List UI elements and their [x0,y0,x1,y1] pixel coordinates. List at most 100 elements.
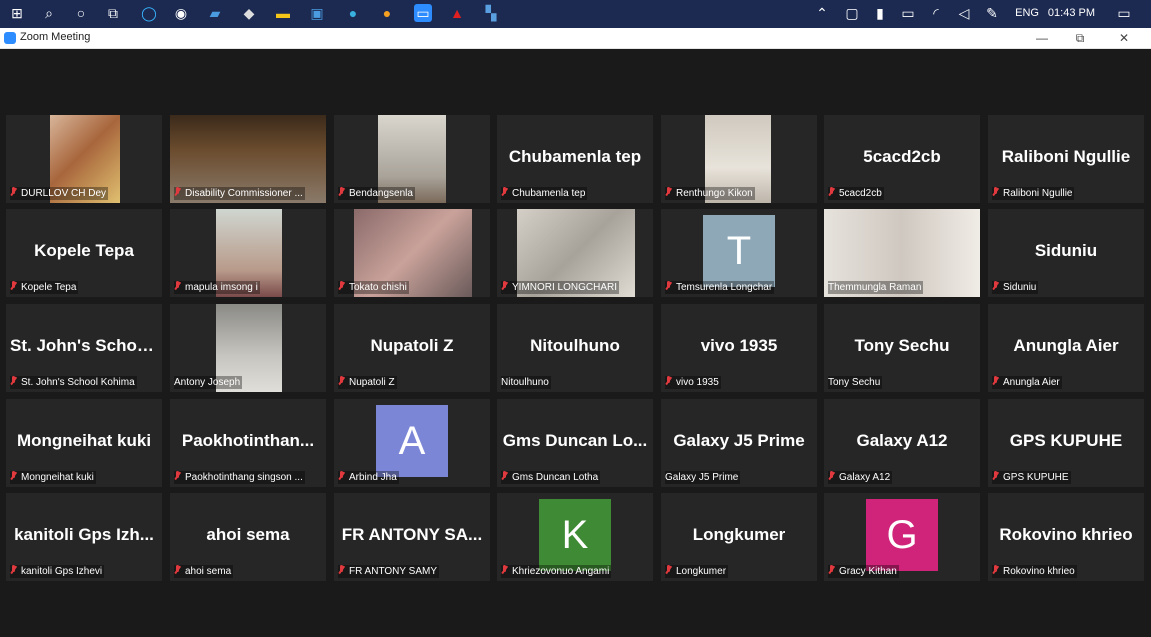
participant-tile[interactable]: GPS KUPUHE GPS KUPUHE [988,399,1144,487]
volume-icon[interactable]: ◁ [955,4,973,22]
participant-tile[interactable]: Kopele Tepa Kopele Tepa [6,209,162,297]
restore-button[interactable]: ⧉ [1065,29,1095,47]
pen-icon[interactable]: ✎ [983,4,1001,22]
wifi-icon[interactable]: ◜ [927,4,945,22]
participant-tile[interactable]: K Khriezovonuo Angami [497,493,653,581]
participant-name-label: Nitoulhuno [501,376,551,389]
acrobat-icon[interactable]: ▲ [448,4,466,22]
participant-name-text: Raliboni Ngullie [1003,188,1073,199]
muted-mic-icon [174,281,181,291]
participant-name-label: Rokovino khrieo [992,565,1077,578]
participant-tile[interactable]: 5cacd2cb 5cacd2cb [824,115,980,203]
cortana-icon[interactable]: ○ [72,4,90,22]
participant-name-label: Longkumer [665,565,729,578]
participant-display-name: Rokovino khrieo [999,525,1133,544]
search-icon[interactable]: ⌕ [40,4,58,22]
participant-tile[interactable]: Antony Joseph [170,304,326,392]
muted-mic-icon [338,471,345,481]
app-icon-4[interactable]: ◆ [240,4,258,22]
participant-name-text: Mongneihat kuki [21,472,94,483]
chrome-icon[interactable]: ● [378,4,396,22]
minimize-button[interactable]: — [1027,29,1057,47]
windows-start-icon[interactable]: ⊞ [8,4,26,22]
participant-name-label: 5cacd2cb [828,187,884,200]
participant-tile[interactable]: FR ANTONY SA... FR ANTONY SAMY [334,493,490,581]
participant-name-text: ahoi sema [185,566,232,577]
participant-name-text: kanitoli Gps Izhevi [21,566,103,577]
participant-tile[interactable]: DURLLOV CH Dey [6,115,162,203]
muted-mic-icon [10,281,17,291]
participant-display-name: Paokhotinthan... [181,431,315,450]
participant-tile[interactable]: Tokato chishi [334,209,490,297]
close-button[interactable]: ✕ [1109,29,1139,47]
participant-tile[interactable]: Tony Sechu Tony Sechu [824,304,980,392]
participant-name-label: Chubamenla tep [501,187,588,200]
muted-mic-icon [992,187,999,197]
muted-mic-icon [828,187,835,197]
muted-mic-icon [501,281,508,291]
participant-tile[interactable]: ahoi sema ahoi sema [170,493,326,581]
participant-display-name: Gms Duncan Lo... [502,431,648,450]
participant-name-text: YIMNORI LONGCHARI [512,282,618,293]
mail-icon[interactable]: ▰ [206,4,224,22]
participant-name-text: Galaxy A12 [839,472,891,483]
participant-tile[interactable]: Galaxy J5 Prime Galaxy J5 Prime [661,399,817,487]
edge-icon[interactable]: ● [344,4,362,22]
participant-tile[interactable]: T Temsurenla Longchar [661,209,817,297]
file-explorer-icon[interactable]: ▬ [274,4,292,22]
participant-tile[interactable]: A Arbind Jha [334,399,490,487]
participant-tile[interactable]: Raliboni Ngullie Raliboni Ngullie [988,115,1144,203]
task-view-icon[interactable]: ⧉ [104,4,122,22]
participant-name-label: Antony Joseph [174,376,243,389]
clock[interactable]: 01:43 PM [1048,7,1095,19]
tray-icon-1[interactable]: ▢ [843,4,861,22]
participant-tile[interactable]: Nupatoli Z Nupatoli Z [334,304,490,392]
notification-icon[interactable]: ▭ [1115,4,1133,22]
language-indicator[interactable]: ENG [1015,7,1039,19]
participant-name-label: Mongneihat kuki [10,471,96,484]
app-circle-icon[interactable]: ◯ [140,4,158,22]
participant-tile[interactable]: YIMNORI LONGCHARI [497,209,653,297]
participant-display-name: 5cacd2cb [863,147,941,166]
participant-tile[interactable]: Galaxy A12 Galaxy A12 [824,399,980,487]
participant-tile[interactable]: Anungla Aier Anungla Aier [988,304,1144,392]
participant-avatar: G [866,499,938,571]
participant-tile[interactable]: Themmungla Raman [824,209,980,297]
muted-mic-icon [174,565,181,575]
participant-tile[interactable]: Rokovino khrieo Rokovino khrieo [988,493,1144,581]
battery-icon[interactable]: ▭ [899,4,917,22]
participant-name-text: Nitoulhuno [501,377,549,388]
app-icon-2[interactable]: ◉ [172,4,190,22]
participant-name-label: Themmungla Raman [828,281,924,294]
participant-tile[interactable]: G Gracy Kithan [824,493,980,581]
participant-name-text: GPS KUPUHE [1003,472,1069,483]
app-icon-11[interactable]: ▚ [482,4,500,22]
zoom-app-icon [4,32,16,44]
chevron-up-icon[interactable]: ⌃ [813,4,831,22]
participant-tile[interactable]: Gms Duncan Lo... Gms Duncan Lotha [497,399,653,487]
participant-tile[interactable]: Siduniu Siduniu [988,209,1144,297]
microphone-tray-icon[interactable]: ▮ [871,4,889,22]
participant-name-text: 5cacd2cb [839,188,882,199]
zoom-taskbar-icon[interactable]: ▭ [414,4,432,22]
participant-display-name: FR ANTONY SA... [341,525,483,544]
muted-mic-icon [665,565,672,575]
participant-tile[interactable]: vivo 1935 vivo 1935 [661,304,817,392]
app-icon-6[interactable]: ▣ [308,4,326,22]
participant-tile[interactable]: Disability Commissioner ... [170,115,326,203]
participant-tile[interactable]: Chubamenla tep Chubamenla tep [497,115,653,203]
participant-tile[interactable]: Renthungo Kikon [661,115,817,203]
participant-tile[interactable]: mapula imsong i [170,209,326,297]
participant-tile[interactable]: Paokhotinthan... Paokhotinthang singson .… [170,399,326,487]
participant-tile[interactable]: Longkumer Longkumer [661,493,817,581]
participant-name-text: Nupatoli Z [349,377,395,388]
windows-taskbar: ⊞ ⌕ ○ ⧉ ◯ ◉ ▰ ◆ ▬ ▣ ● ● ▭ ▲ ▚ ⌃ ▢ ▮ ▭ ◜ … [0,0,1151,28]
participant-tile[interactable]: Mongneihat kuki Mongneihat kuki [6,399,162,487]
participant-tile[interactable]: Bendangsenla [334,115,490,203]
participant-tile[interactable]: kanitoli Gps Izh... kanitoli Gps Izhevi [6,493,162,581]
participant-tile[interactable]: Nitoulhuno Nitoulhuno [497,304,653,392]
participant-name-label: DURLLOV CH Dey [10,187,109,200]
participant-name-label: Renthungo Kikon [665,187,755,200]
participant-tile[interactable]: St. John's Schoo... St. John's School Koh… [6,304,162,392]
meeting-gallery: DURLLOV CH Dey Disability Commissioner ..… [0,49,1151,637]
